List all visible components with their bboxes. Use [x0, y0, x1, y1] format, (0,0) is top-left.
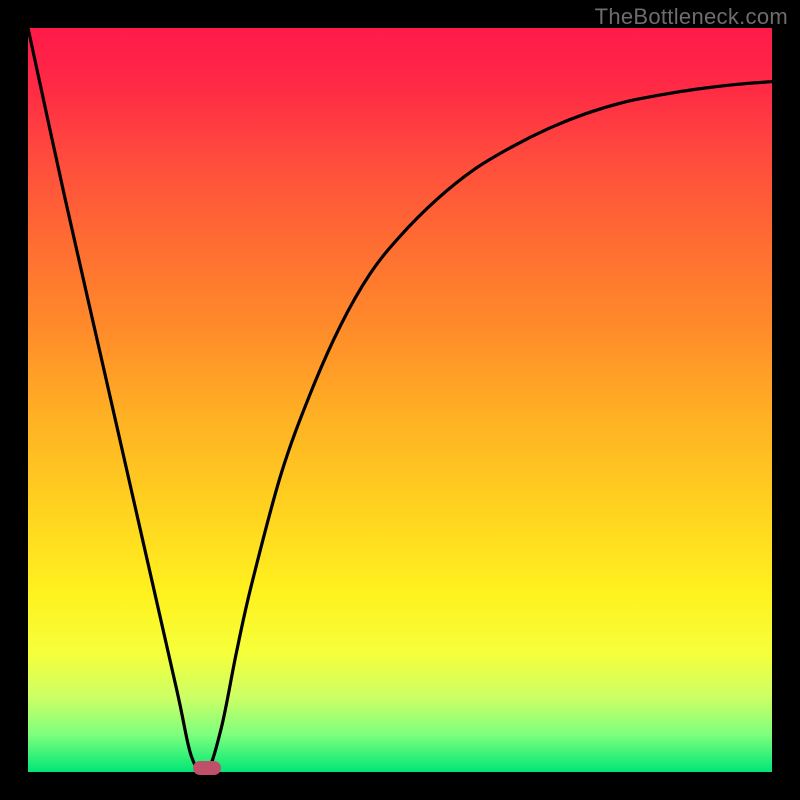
- bottleneck-curve: [28, 28, 772, 772]
- plot-area: [28, 28, 772, 772]
- bottleneck-curve-svg: [28, 28, 772, 772]
- watermark: TheBottleneck.com: [595, 4, 788, 30]
- minimum-marker: [193, 761, 221, 775]
